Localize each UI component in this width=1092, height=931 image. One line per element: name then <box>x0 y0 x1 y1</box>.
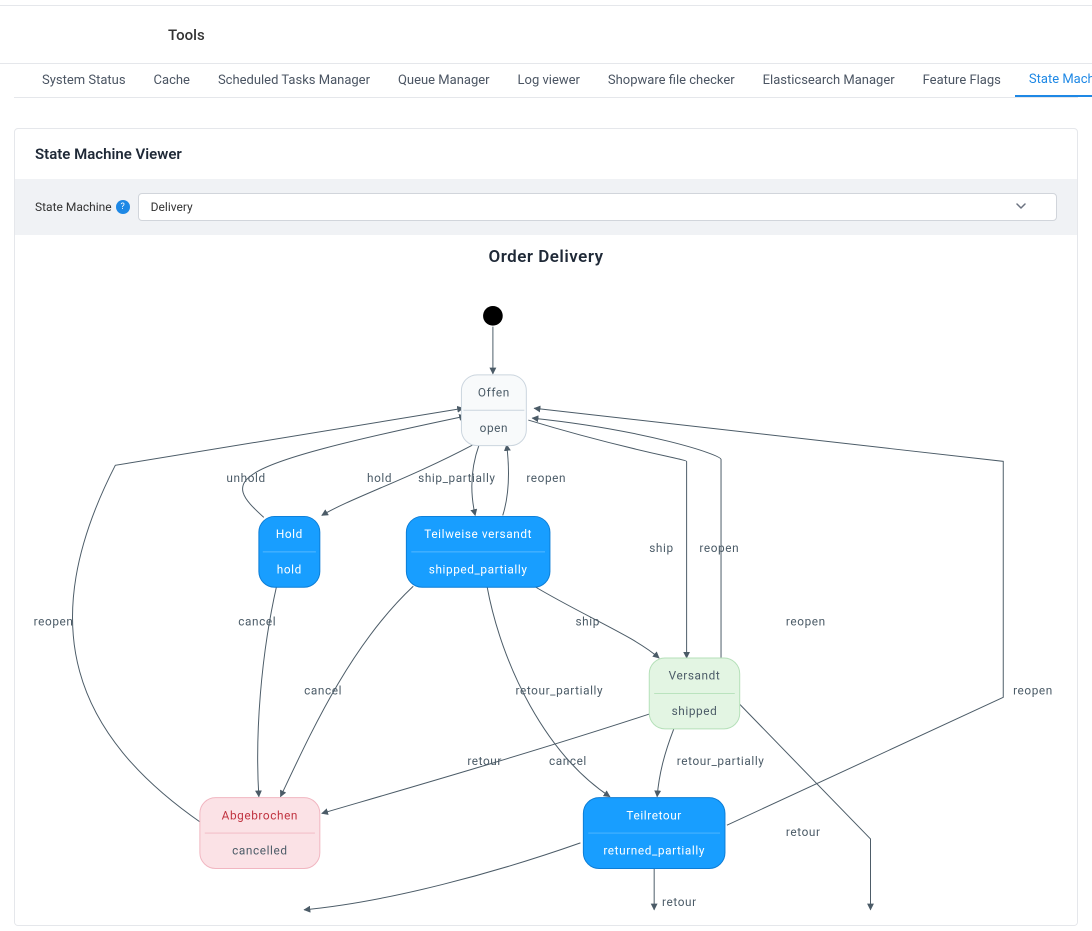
svg-text:cancel: cancel <box>238 615 276 629</box>
card-title: State Machine Viewer <box>35 145 1057 163</box>
svg-text:hold: hold <box>367 471 392 485</box>
node-open: Offen open <box>461 375 526 446</box>
card-header: State Machine Viewer <box>15 129 1077 179</box>
svg-text:reopen: reopen <box>1013 683 1053 697</box>
svg-text:Abgebrochen: Abgebrochen <box>222 808 298 822</box>
svg-text:ship: ship <box>649 541 673 555</box>
svg-text:retour: retour <box>467 754 502 768</box>
svg-text:hold: hold <box>277 562 302 576</box>
breadcrumb-title: Tools <box>168 26 205 44</box>
tab-state-machine-viewer[interactable]: State Machine Viewer <box>1015 64 1092 97</box>
svg-text:Hold: Hold <box>276 527 303 541</box>
svg-text:reopen: reopen <box>34 615 74 629</box>
diagram-area: Order Delivery <box>15 235 1077 925</box>
card-state-machine-viewer: State Machine Viewer State Machine ? Del… <box>14 128 1078 926</box>
svg-text:Offen: Offen <box>478 385 510 399</box>
svg-text:shipped: shipped <box>672 704 718 718</box>
svg-text:ship: ship <box>576 615 600 629</box>
tab-system-status[interactable]: System Status <box>28 65 140 96</box>
diagram-title: Order Delivery <box>488 247 603 267</box>
tab-cache[interactable]: Cache <box>140 65 204 96</box>
select-value: Delivery <box>151 200 193 214</box>
tabs: System Status Cache Scheduled Tasks Mana… <box>14 64 1078 98</box>
state-machine-select[interactable]: Delivery <box>138 193 1057 221</box>
state-machine-diagram: unhold hold ship_partially reopen ship r… <box>15 277 1077 925</box>
svg-text:shipped_partially: shipped_partially <box>429 562 528 576</box>
tab-queue-manager[interactable]: Queue Manager <box>384 65 504 96</box>
svg-text:reopen: reopen <box>699 541 739 555</box>
node-start <box>483 306 503 326</box>
tab-feature-flags[interactable]: Feature Flags <box>909 65 1015 96</box>
tab-elasticsearch-manager[interactable]: Elasticsearch Manager <box>749 65 909 96</box>
chevron-down-icon <box>1016 200 1026 214</box>
node-hold: Hold hold <box>259 516 320 587</box>
svg-text:reopen: reopen <box>786 615 826 629</box>
svg-text:reopen: reopen <box>526 471 566 485</box>
svg-text:retour_partially: retour_partially <box>677 754 765 768</box>
svg-text:cancelled: cancelled <box>232 844 288 858</box>
svg-text:returned_partially: returned_partially <box>603 844 705 858</box>
svg-text:Teilweise versandt: Teilweise versandt <box>424 527 532 541</box>
select-label: State Machine <box>35 200 112 214</box>
svg-text:open: open <box>480 421 508 435</box>
svg-text:cancel: cancel <box>304 683 342 697</box>
svg-text:retour: retour <box>662 895 697 909</box>
svg-text:retour_partially: retour_partially <box>516 683 604 697</box>
node-cancelled: Abgebrochen cancelled <box>200 798 320 869</box>
tab-shopware-file-checker[interactable]: Shopware file checker <box>594 65 749 96</box>
tab-log-viewer[interactable]: Log viewer <box>504 65 594 96</box>
selector-band: State Machine ? Delivery <box>15 179 1077 235</box>
tab-scheduled-tasks[interactable]: Scheduled Tasks Manager <box>204 65 384 96</box>
node-shipped: Versandt shipped <box>649 658 739 729</box>
svg-text:Teilretour: Teilretour <box>626 808 681 822</box>
svg-text:cancel: cancel <box>549 754 587 768</box>
help-icon[interactable]: ? <box>116 200 130 214</box>
node-shipped-partially: Teilweise versandt shipped_partially <box>406 516 550 587</box>
svg-text:unhold: unhold <box>226 471 265 485</box>
node-returned-partially: Teilretour returned_partially <box>583 798 725 869</box>
svg-text:ship_partially: ship_partially <box>418 471 495 485</box>
svg-text:retour: retour <box>786 825 821 839</box>
svg-text:Versandt: Versandt <box>669 669 721 683</box>
breadcrumb: Tools <box>0 6 1092 64</box>
